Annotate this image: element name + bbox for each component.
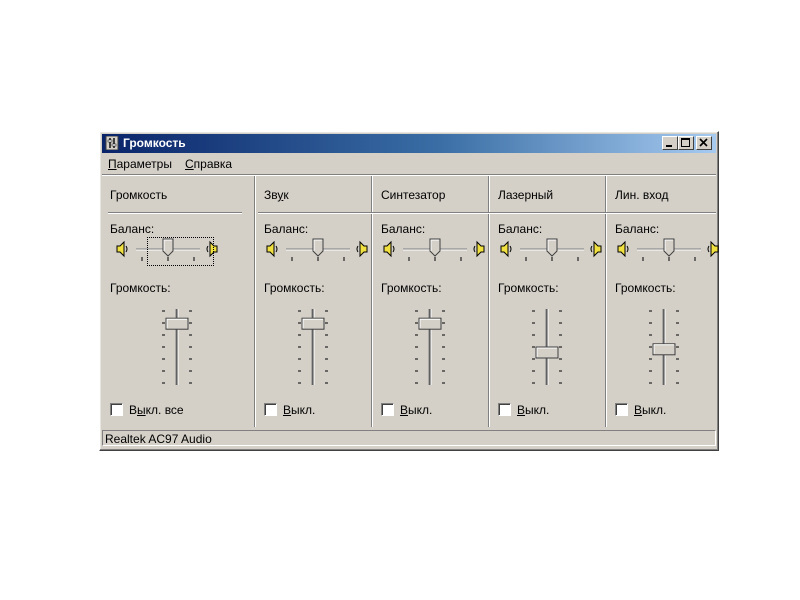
balance-control bbox=[379, 237, 491, 265]
balance-label: Баланс: bbox=[264, 222, 309, 236]
mute-checkbox[interactable]: Выкл. bbox=[381, 403, 432, 417]
balance-control bbox=[112, 237, 224, 266]
volume-label: Громкость: bbox=[110, 281, 171, 295]
checkbox-box[interactable] bbox=[498, 403, 511, 416]
volume-thumb[interactable] bbox=[165, 317, 189, 330]
volume-thumb[interactable] bbox=[418, 317, 442, 330]
balance-label: Баланс: bbox=[615, 222, 660, 236]
volume-slider[interactable] bbox=[147, 305, 207, 391]
speaker-left-icon bbox=[383, 240, 395, 258]
volume-label: Громкость: bbox=[498, 281, 559, 295]
checkbox-box[interactable] bbox=[615, 403, 628, 416]
speaker-right-icon bbox=[356, 240, 368, 258]
close-icon bbox=[699, 138, 708, 147]
balance-slider[interactable] bbox=[379, 237, 491, 265]
channel-name: Звук bbox=[264, 188, 289, 202]
speaker-left-icon bbox=[116, 240, 128, 258]
volume-label: Громкость: bbox=[381, 281, 442, 295]
title-bar[interactable]: Громкость bbox=[102, 134, 716, 153]
close-button[interactable] bbox=[696, 136, 712, 150]
speaker-left-icon bbox=[617, 240, 629, 258]
balance-slider[interactable] bbox=[613, 237, 725, 265]
balance-slider[interactable] bbox=[496, 237, 608, 265]
channels-header-divider bbox=[258, 212, 716, 214]
channel-name: Лазерный bbox=[498, 188, 554, 202]
status-device: Realtek AC97 Audio bbox=[105, 432, 212, 446]
checkbox-box[interactable] bbox=[110, 403, 123, 416]
channel-header-divider bbox=[108, 212, 242, 214]
mute-checkbox[interactable]: Выкл. bbox=[615, 403, 666, 417]
volume-slider[interactable] bbox=[400, 305, 460, 391]
balance-label: Баланс: bbox=[381, 222, 426, 236]
volume-control-window: Громкость Параметры Справка Громкость Ба… bbox=[99, 131, 719, 451]
volume-slider[interactable] bbox=[517, 305, 577, 391]
balance-label: Баланс: bbox=[498, 222, 543, 236]
menu-parameters[interactable]: Параметры bbox=[108, 157, 172, 171]
balance-control bbox=[496, 237, 608, 265]
minimize-icon bbox=[666, 145, 672, 147]
speaker-left-icon bbox=[500, 240, 512, 258]
minimize-button[interactable] bbox=[662, 136, 678, 150]
maximize-button[interactable] bbox=[678, 136, 694, 150]
maximize-icon bbox=[681, 138, 690, 147]
window-title: Громкость bbox=[123, 136, 186, 150]
volume-slider[interactable] bbox=[283, 305, 343, 391]
channel-name: Громкость bbox=[110, 188, 168, 202]
checkbox-box[interactable] bbox=[381, 403, 394, 416]
checkbox-box[interactable] bbox=[264, 403, 277, 416]
balance-label: Баланс: bbox=[110, 222, 155, 236]
mute-checkbox[interactable]: Выкл. bbox=[264, 403, 315, 417]
volume-label: Громкость: bbox=[264, 281, 325, 295]
volume-thumb[interactable] bbox=[535, 346, 559, 359]
channel-name: Синтезатор bbox=[381, 188, 446, 202]
status-panel: Realtek AC97 Audio bbox=[102, 430, 716, 446]
speaker-right-icon bbox=[473, 240, 485, 258]
mute-checkbox[interactable]: Выкл. bbox=[498, 403, 549, 417]
mute-all-checkbox[interactable]: Выкл. все bbox=[110, 403, 184, 417]
channel-master: Громкость Баланс: Громкость: Выкл. все bbox=[102, 176, 252, 427]
menu-bar: Параметры Справка bbox=[102, 154, 716, 172]
balance-control bbox=[262, 237, 374, 265]
volume-thumb[interactable] bbox=[301, 317, 325, 330]
volume-slider[interactable] bbox=[634, 305, 694, 391]
focus-rectangle bbox=[147, 237, 214, 266]
speaker-right-icon bbox=[590, 240, 602, 258]
volume-app-icon bbox=[105, 136, 119, 150]
speaker-left-icon bbox=[266, 240, 278, 258]
balance-slider[interactable] bbox=[262, 237, 374, 265]
status-bar: Realtek AC97 Audio bbox=[102, 428, 716, 448]
volume-label: Громкость: bbox=[615, 281, 676, 295]
volume-thumb[interactable] bbox=[652, 343, 676, 356]
channel-name: Лин. вход bbox=[615, 188, 669, 202]
speaker-right-icon bbox=[707, 240, 719, 258]
menu-help[interactable]: Справка bbox=[185, 157, 232, 171]
balance-control bbox=[613, 237, 725, 265]
